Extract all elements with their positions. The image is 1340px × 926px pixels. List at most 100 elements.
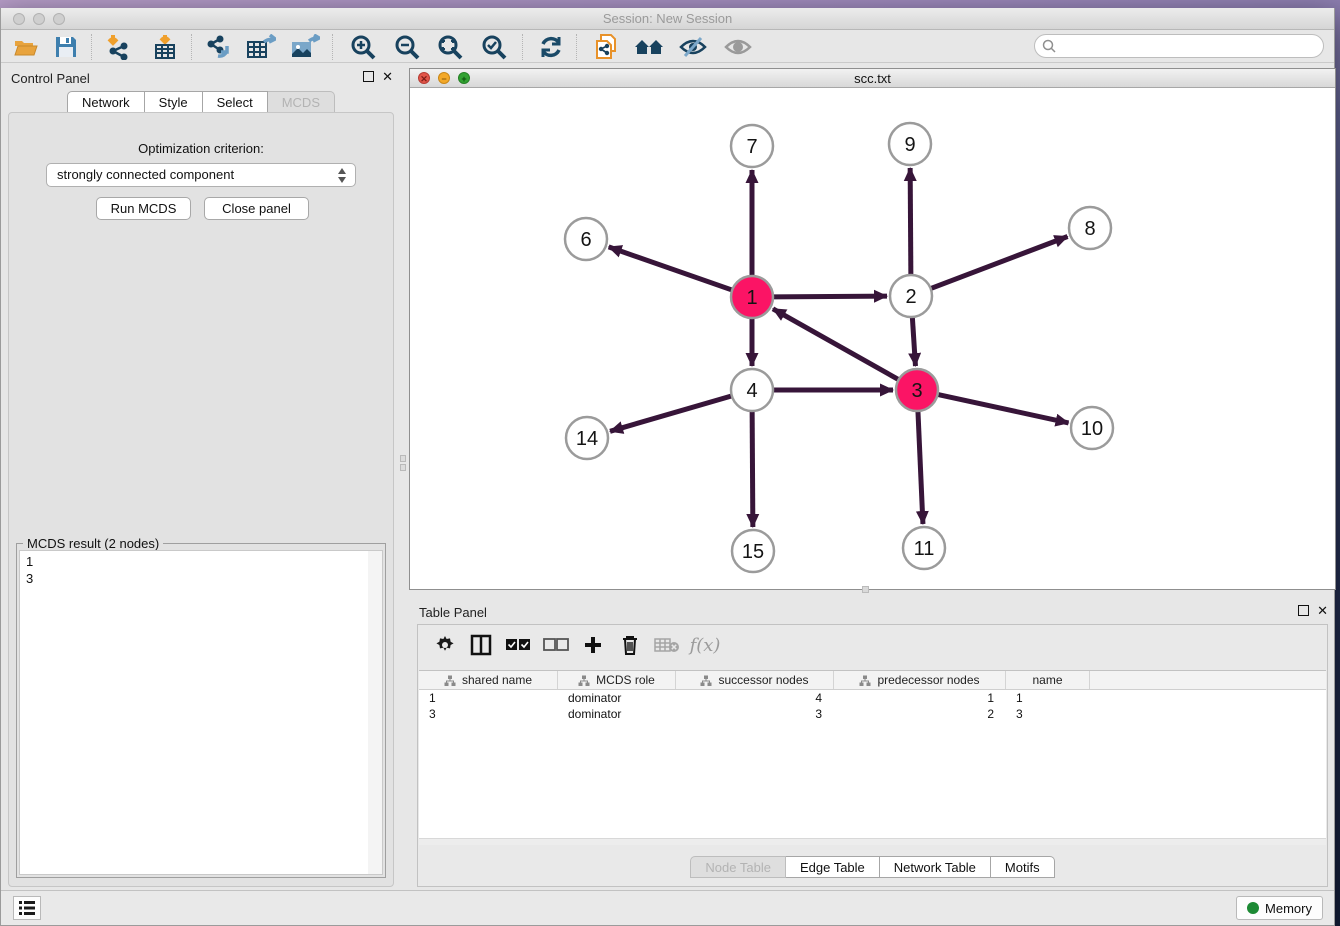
- float-table-panel-icon[interactable]: [1298, 605, 1309, 616]
- edge-4-15[interactable]: [752, 411, 753, 527]
- cell-MCDS-role[interactable]: dominator: [558, 706, 676, 722]
- cell-MCDS-role[interactable]: dominator: [558, 690, 676, 706]
- status-bar: Memory: [1, 890, 1334, 925]
- zoom-out-icon[interactable]: [390, 33, 424, 61]
- tab-motifs[interactable]: Motifs: [991, 856, 1055, 878]
- node-15[interactable]: 15: [732, 530, 774, 572]
- tab-network[interactable]: Network: [67, 91, 145, 113]
- column-header-successor-nodes[interactable]: successor nodes: [676, 671, 834, 689]
- column-header-MCDS-role[interactable]: MCDS role: [558, 671, 676, 689]
- tab-node-table[interactable]: Node Table: [690, 856, 786, 878]
- column-header-shared-name[interactable]: shared name: [419, 671, 558, 689]
- node-7[interactable]: 7: [731, 125, 773, 167]
- table-horizontal-scrollbar[interactable]: [419, 838, 1326, 845]
- column-header-name[interactable]: name: [1006, 671, 1090, 689]
- edge-2-3[interactable]: [912, 317, 915, 366]
- node-1[interactable]: 1: [731, 276, 773, 318]
- task-history-button[interactable]: [13, 896, 41, 920]
- delete-column-icon[interactable]: [615, 631, 645, 659]
- column-header-predecessor-nodes[interactable]: predecessor nodes: [834, 671, 1006, 689]
- svg-text:3: 3: [911, 380, 922, 402]
- mcds-result-text[interactable]: 1 3: [19, 550, 383, 875]
- show-column-icon[interactable]: [466, 631, 496, 659]
- memory-button[interactable]: Memory: [1236, 896, 1323, 920]
- close-panel-icon[interactable]: ✕: [382, 70, 393, 83]
- node-2[interactable]: 2: [890, 275, 932, 317]
- open-file-icon[interactable]: [9, 33, 43, 61]
- tab-select[interactable]: Select: [203, 91, 268, 113]
- delete-table-icon[interactable]: [652, 631, 682, 659]
- edge-4-14[interactable]: [610, 396, 732, 431]
- node-11[interactable]: 11: [903, 527, 945, 569]
- table-row[interactable]: 3dominator323: [419, 706, 1326, 722]
- cell-predecessor-nodes[interactable]: 1: [834, 690, 1006, 706]
- hierarchy-icon: [444, 675, 456, 686]
- apply-layout-icon[interactable]: [534, 33, 568, 61]
- save-session-icon[interactable]: [49, 33, 83, 61]
- node-8[interactable]: 8: [1069, 207, 1111, 249]
- table-options-icon[interactable]: [430, 631, 460, 659]
- edge-3-11[interactable]: [918, 411, 923, 524]
- function-builder-icon[interactable]: f(x): [690, 631, 720, 659]
- result-scrollbar[interactable]: [368, 551, 382, 874]
- criterion-value: strongly connected component: [57, 167, 234, 182]
- tab-mcds[interactable]: MCDS: [268, 91, 335, 113]
- network-canvas[interactable]: 7 9 6 8 1 2 4 3 14 10 15 11: [410, 88, 1335, 589]
- node-10[interactable]: 10: [1071, 407, 1113, 449]
- cell-shared-name[interactable]: 3: [419, 706, 558, 722]
- node-6[interactable]: 6: [565, 218, 607, 260]
- tab-style[interactable]: Style: [145, 91, 203, 113]
- svg-text:15: 15: [742, 541, 764, 563]
- criterion-select[interactable]: strongly connected component: [46, 163, 356, 187]
- table-panel-title: Table Panel: [419, 605, 487, 620]
- zoom-in-icon[interactable]: [346, 33, 380, 61]
- export-network-icon[interactable]: [201, 33, 235, 61]
- zoom-selected-icon[interactable]: [477, 33, 511, 61]
- close-panel-button[interactable]: Close panel: [204, 197, 309, 220]
- table-row[interactable]: 1dominator411: [419, 690, 1326, 706]
- edge-2-8[interactable]: [931, 237, 1068, 289]
- cell-shared-name[interactable]: 1: [419, 690, 558, 706]
- cell-successor-nodes[interactable]: 4: [676, 690, 834, 706]
- export-image-icon[interactable]: [288, 33, 322, 61]
- cell-successor-nodes[interactable]: 3: [676, 706, 834, 722]
- cell-predecessor-nodes[interactable]: 2: [834, 706, 1006, 722]
- create-column-icon[interactable]: [578, 631, 608, 659]
- node-9[interactable]: 9: [889, 123, 931, 165]
- splitter-handle[interactable]: [400, 455, 406, 462]
- node-3[interactable]: 3: [896, 369, 938, 411]
- tab-edge-table[interactable]: Edge Table: [786, 856, 880, 878]
- first-neighbors-icon[interactable]: [632, 33, 666, 61]
- cell-name[interactable]: 1: [1006, 690, 1090, 706]
- import-network-icon[interactable]: [101, 33, 135, 61]
- edge-2-9[interactable]: [910, 168, 911, 275]
- tab-network-table[interactable]: Network Table: [880, 856, 991, 878]
- node-14[interactable]: 14: [566, 417, 608, 459]
- node-4[interactable]: 4: [731, 369, 773, 411]
- edge-3-10[interactable]: [938, 394, 1069, 422]
- list-icon: [18, 900, 36, 916]
- table-panel-body: f(x) shared nameMCDS rolesuccessor nodes…: [417, 624, 1328, 887]
- float-panel-icon[interactable]: [363, 71, 374, 82]
- clone-network-icon[interactable]: [589, 33, 623, 61]
- network-graph[interactable]: 7 9 6 8 1 2 4 3 14 10 15 11: [410, 88, 1335, 589]
- edge-1-2[interactable]: [773, 296, 887, 297]
- unselect-all-columns-icon[interactable]: [541, 631, 571, 659]
- close-table-panel-icon[interactable]: ✕: [1317, 604, 1328, 617]
- memory-status-icon: [1247, 902, 1259, 914]
- edge-3-1[interactable]: [773, 309, 899, 380]
- import-table-icon[interactable]: [148, 33, 182, 61]
- search-input[interactable]: [1034, 34, 1324, 58]
- cell-name[interactable]: 3: [1006, 706, 1090, 722]
- network-resize-handle[interactable]: [862, 586, 869, 593]
- edge-1-6[interactable]: [609, 247, 733, 290]
- zoom-fit-icon[interactable]: [433, 33, 467, 61]
- show-all-icon[interactable]: [721, 33, 755, 61]
- network-titlebar[interactable]: ✕ − + scc.txt: [410, 69, 1335, 88]
- mcds-result-group: MCDS result (2 nodes) 1 3: [16, 543, 386, 878]
- run-mcds-button[interactable]: Run MCDS: [96, 197, 191, 220]
- hide-selected-icon[interactable]: [676, 33, 710, 61]
- splitter-handle[interactable]: [400, 464, 406, 471]
- export-table-icon[interactable]: [244, 33, 278, 61]
- select-all-columns-icon[interactable]: [503, 631, 533, 659]
